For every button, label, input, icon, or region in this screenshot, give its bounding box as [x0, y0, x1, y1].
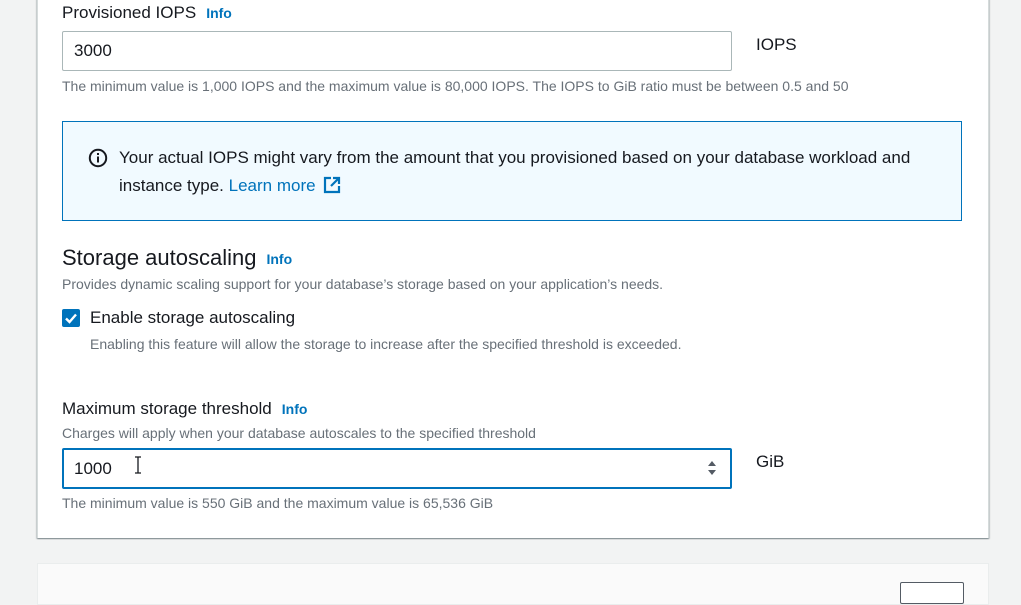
text-cursor-icon	[133, 456, 143, 474]
iops-input[interactable]: 3000	[62, 31, 732, 71]
threshold-description: Charges will apply when your database au…	[62, 425, 536, 441]
iops-field-label: Provisioned IOPS Info	[62, 3, 232, 23]
iops-info-link[interactable]: Info	[206, 5, 232, 21]
checkmark-icon	[64, 311, 78, 325]
threshold-field-label: Maximum storage threshold Info	[62, 399, 307, 419]
enable-autoscaling-description: Enabling this feature will allow the sto…	[90, 336, 682, 352]
iops-info-alert: Your actual IOPS might vary from the amo…	[62, 121, 962, 221]
threshold-hint: The minimum value is 550 GiB and the max…	[62, 495, 494, 511]
autoscaling-description: Provides dynamic scaling support for you…	[62, 276, 664, 292]
autoscaling-info-link[interactable]: Info	[266, 251, 292, 267]
external-link-icon	[323, 175, 341, 203]
next-section-panel	[37, 563, 989, 605]
autoscaling-heading-text: Storage autoscaling	[62, 245, 257, 270]
autoscaling-heading: Storage autoscaling Info	[62, 245, 292, 271]
iops-input-value: 3000	[74, 41, 112, 60]
threshold-input-value: 1000	[74, 458, 112, 478]
info-circle-icon	[88, 148, 108, 173]
alert-message: Your actual IOPS might vary from the amo…	[119, 144, 939, 203]
max-storage-threshold-input[interactable]: 1000	[62, 448, 732, 489]
number-stepper-icon[interactable]	[706, 458, 718, 478]
learn-more-link[interactable]: Learn more	[229, 176, 342, 195]
threshold-info-link[interactable]: Info	[282, 401, 308, 417]
learn-more-label: Learn more	[228, 176, 316, 195]
threshold-label-text: Maximum storage threshold	[62, 399, 272, 418]
enable-autoscaling-checkbox[interactable]	[62, 309, 80, 327]
iops-hint: The minimum value is 1,000 IOPS and the …	[62, 78, 849, 94]
enable-autoscaling-label[interactable]: Enable storage autoscaling	[90, 308, 295, 328]
threshold-unit: GiB	[756, 452, 785, 471]
iops-label-text: Provisioned IOPS	[62, 3, 197, 22]
next-section-button[interactable]	[900, 582, 964, 604]
iops-unit: IOPS	[756, 35, 797, 54]
